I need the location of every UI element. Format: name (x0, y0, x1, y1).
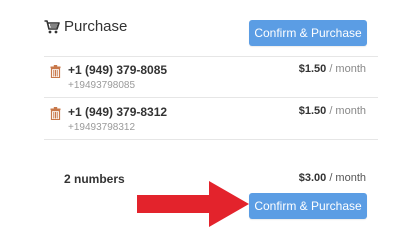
number-price: $1.50 / month (299, 105, 366, 117)
cart-icon (44, 19, 60, 33)
number-row: +1 (949) 379-8085 +19493798085 $1.50 / m… (44, 56, 378, 98)
number-row: +1 (949) 379-8312 +19493798312 $1.50 / m… (44, 98, 378, 140)
price-period: / month (329, 63, 366, 75)
confirm-purchase-button-top[interactable]: Confirm & Purchase (249, 20, 367, 46)
total-price: $3.00 / month (299, 172, 366, 184)
confirm-purchase-button-bottom[interactable]: Confirm & Purchase (249, 193, 367, 219)
page-title-text: Purchase (64, 18, 128, 35)
number-price: $1.50 / month (299, 63, 366, 75)
red-arrow-annotation (137, 181, 249, 227)
phone-number-raw: +19493798085 (68, 80, 136, 91)
numbers-count: 2 numbers (64, 172, 125, 186)
phone-number: +1 (949) 379-8085 (68, 63, 168, 77)
price-amount: $1.50 (298, 105, 327, 117)
trash-icon[interactable] (50, 65, 61, 78)
total-period: / month (329, 172, 366, 184)
trash-icon[interactable] (50, 107, 61, 120)
purchase-header: Purchase Confirm & Purchase (44, 0, 378, 57)
phone-number-raw: +19493798312 (68, 122, 136, 133)
phone-number: +1 (949) 379-8312 (68, 105, 168, 119)
total-amount: $3.00 (298, 172, 327, 184)
page-title: Purchase (44, 18, 127, 35)
price-period: / month (329, 105, 366, 117)
price-amount: $1.50 (298, 63, 327, 75)
